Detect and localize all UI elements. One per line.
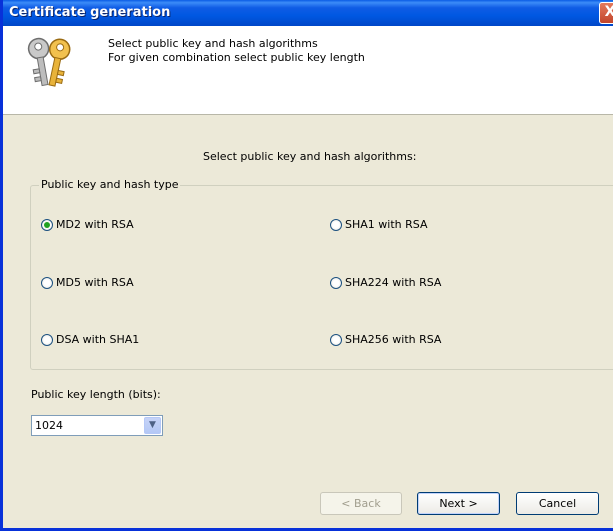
radio-button[interactable] [41, 333, 53, 346]
title-bar[interactable]: Certificate generation [3, 0, 613, 26]
radio-button[interactable] [330, 276, 342, 289]
close-icon: X [604, 4, 613, 20]
wizard-window: Certificate generation X Select public k… [0, 0, 613, 531]
radio-sha256-rsa[interactable]: SHA256 with RSA [330, 333, 441, 346]
radio-button-selected[interactable] [41, 218, 53, 231]
keys-icon [27, 37, 71, 87]
radio-label: MD5 with RSA [56, 276, 134, 289]
radio-label: MD2 with RSA [56, 218, 134, 231]
wizard-header: Select public key and hash algorithms Fo… [3, 26, 613, 115]
back-button[interactable]: < Back [320, 492, 402, 515]
header-subtitle: For given combination select public key … [108, 51, 365, 64]
radio-md2-rsa[interactable]: MD2 with RSA [41, 218, 134, 231]
radio-button[interactable] [41, 276, 53, 289]
chevron-down-icon[interactable]: ▼ [144, 417, 161, 434]
cancel-button[interactable]: Cancel [516, 492, 599, 515]
close-button[interactable]: X [599, 2, 613, 24]
radio-label: SHA224 with RSA [345, 276, 442, 289]
radio-md5-rsa[interactable]: MD5 with RSA [41, 276, 134, 289]
radio-button[interactable] [330, 218, 342, 231]
next-button[interactable]: Next > [417, 492, 500, 515]
header-title: Select public key and hash algorithms [108, 37, 318, 50]
radio-dsa-sha1[interactable]: DSA with SHA1 [41, 333, 139, 346]
section-heading: Select public key and hash algorithms: [203, 150, 417, 163]
radio-sha1-rsa[interactable]: SHA1 with RSA [330, 218, 427, 231]
radio-label: SHA256 with RSA [345, 333, 442, 346]
radio-button[interactable] [330, 333, 342, 346]
groupbox-label: Public key and hash type [39, 178, 181, 191]
window-title: Certificate generation [9, 5, 171, 20]
radio-label: DSA with SHA1 [56, 333, 140, 346]
radio-sha224-rsa[interactable]: SHA224 with RSA [330, 276, 441, 289]
key-length-label: Public key length (bits): [31, 388, 161, 401]
key-length-value: 1024 [35, 419, 63, 432]
key-length-select[interactable]: 1024 ▼ [31, 415, 163, 436]
radio-label: SHA1 with RSA [345, 218, 428, 231]
